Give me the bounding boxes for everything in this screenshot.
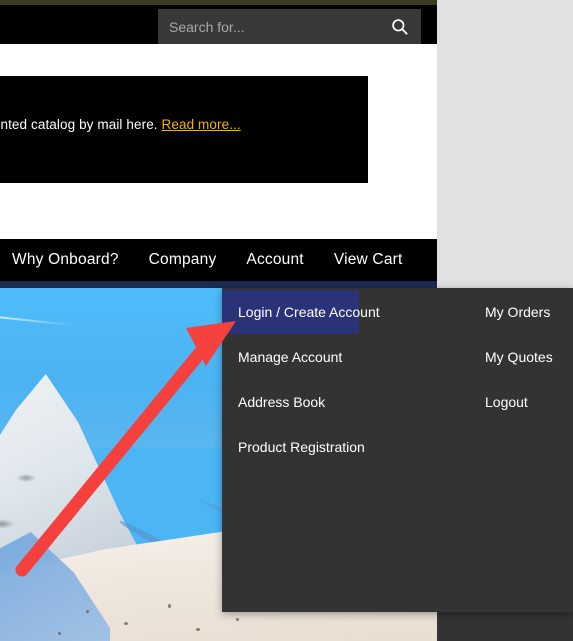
nav-item-company[interactable]: Company <box>134 251 232 269</box>
rock-speck <box>196 628 200 631</box>
main-navigation: Why Onboard? Company Account View Cart <box>0 239 437 281</box>
menu-item-my-quotes[interactable]: My Quotes <box>485 335 573 379</box>
rock-speck <box>86 610 89 613</box>
banner-gap <box>0 183 437 239</box>
menu-item-address-book[interactable]: Address Book <box>222 380 359 424</box>
nav-item-account[interactable]: Account <box>231 251 318 269</box>
search-input[interactable] <box>158 9 377 44</box>
site-header <box>0 5 437 44</box>
search-box[interactable] <box>158 9 421 44</box>
promo-text: t a printed catalog by mail here. <box>0 117 158 132</box>
menu-item-my-orders[interactable]: My Orders <box>485 290 573 334</box>
menu-item-login-create-account[interactable]: Login / Create Account <box>222 290 380 334</box>
promo-banner: t a printed catalog by mail here. Read m… <box>0 76 368 183</box>
header-gap <box>0 44 437 76</box>
search-button[interactable] <box>377 9 421 44</box>
nav-item-view-cart[interactable]: View Cart <box>319 251 418 269</box>
menu-item-logout[interactable]: Logout <box>485 380 573 424</box>
promo-text-line: t a printed catalog by mail here. Read m… <box>0 117 366 132</box>
search-icon <box>391 19 408 35</box>
rock-speck <box>168 604 171 608</box>
nav-item-why-onboard[interactable]: Why Onboard? <box>0 251 134 269</box>
rock-speck <box>58 632 61 635</box>
account-dropdown-menu: Login / Create Account Manage Account Ad… <box>222 288 573 612</box>
nav-underline <box>0 281 437 288</box>
menu-item-manage-account[interactable]: Manage Account <box>222 335 359 379</box>
rock-speck <box>236 618 239 621</box>
rock-speck <box>124 622 128 625</box>
menu-item-product-registration[interactable]: Product Registration <box>222 425 365 469</box>
promo-read-more-link[interactable]: Read more... <box>162 117 241 132</box>
